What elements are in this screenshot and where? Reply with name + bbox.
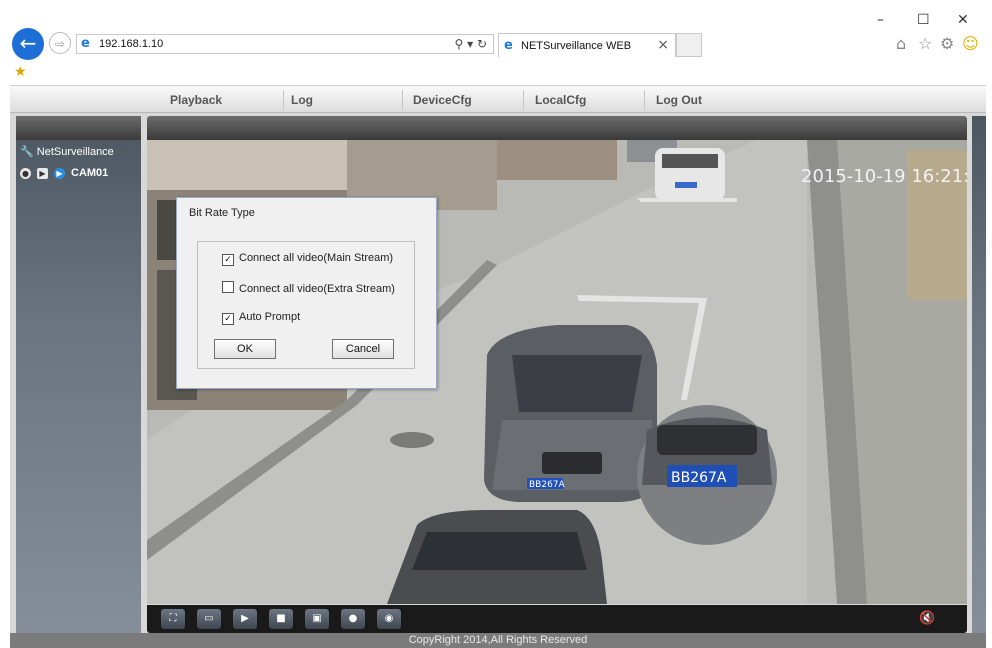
speaker-mute-icon[interactable]: 🔇 bbox=[919, 611, 935, 626]
new-tab-button[interactable] bbox=[676, 33, 702, 57]
option-auto-prompt[interactable]: ✓ Auto Prompt bbox=[222, 311, 300, 325]
option-extra-stream[interactable]: Connect all video(Extra Stream) bbox=[222, 281, 395, 295]
camera-record-icon: ● bbox=[348, 613, 358, 624]
option-label: Connect all video(Extra Stream) bbox=[239, 283, 395, 295]
play-icon[interactable]: ▶ bbox=[37, 167, 48, 179]
record-start-button[interactable]: ● bbox=[341, 609, 365, 629]
plate-text-car: BB267A bbox=[529, 480, 566, 490]
home-icon[interactable]: ⌂ bbox=[896, 34, 906, 53]
camera-label: CAM01 bbox=[71, 167, 109, 179]
arrow-left-icon: ← bbox=[19, 31, 37, 55]
nav-devicecfg[interactable]: DeviceCfg bbox=[413, 93, 472, 107]
ie-icon: e bbox=[504, 38, 513, 53]
option-label: Connect all video(Main Stream) bbox=[239, 252, 394, 264]
nav-localcfg[interactable]: LocalCfg bbox=[535, 93, 586, 107]
nav-playback[interactable]: Playback bbox=[170, 93, 222, 107]
tab-close-icon[interactable]: × bbox=[657, 37, 669, 53]
window-layout-button[interactable]: ▭ bbox=[197, 609, 221, 629]
address-bar[interactable]: e 192.168.1.10 ⚲ ▾ ↻ bbox=[76, 34, 494, 54]
add-favorite-icon[interactable]: ★ bbox=[14, 64, 27, 80]
cancel-button[interactable]: Cancel bbox=[332, 339, 394, 359]
checkbox-auto-prompt[interactable]: ✓ bbox=[222, 313, 234, 325]
fullscreen-icon: ⛶ bbox=[169, 613, 177, 624]
browser-chrome: ← ⇨ e 192.168.1.10 ⚲ ▾ ↻ e NETSurveillan… bbox=[10, 8, 986, 86]
fullscreen-button[interactable]: ⛶ bbox=[161, 609, 185, 629]
smiley-icon[interactable]: ☺ bbox=[962, 34, 979, 53]
dialog-options-group: ✓ Connect all video(Main Stream) Connect … bbox=[197, 241, 415, 369]
back-button[interactable]: ← bbox=[12, 28, 44, 60]
option-label: Auto Prompt bbox=[239, 311, 301, 323]
close-all-button[interactable]: ■ bbox=[269, 609, 293, 629]
checkbox-main-stream[interactable]: ✓ bbox=[222, 254, 234, 266]
option-main-stream[interactable]: ✓ Connect all video(Main Stream) bbox=[222, 252, 393, 266]
surveillance-app: Playback Log DeviceCfg LocalCfg Log Out … bbox=[10, 85, 986, 648]
device-tree-root[interactable]: 🔧 NetSurveillance bbox=[20, 145, 114, 158]
dialog-title: Bit Rate Type bbox=[189, 207, 255, 219]
open-all-button[interactable]: ▶ bbox=[233, 609, 257, 629]
search-icon[interactable]: ⚲ ▾ ↻ bbox=[455, 37, 488, 51]
minimize-icon[interactable]: – bbox=[877, 12, 884, 28]
favorites-star-icon[interactable]: ☆ bbox=[918, 34, 932, 53]
nav-divider bbox=[523, 90, 524, 110]
video-timestamp: 2015-10-19 16:21:48 bbox=[801, 166, 967, 187]
tab-title: NETSurveillance WEB bbox=[521, 40, 632, 52]
arrow-right-icon: ⇨ bbox=[54, 37, 66, 51]
stream-icon[interactable]: ▶ bbox=[54, 167, 65, 179]
device-name: NetSurveillance bbox=[36, 146, 114, 158]
nav-divider bbox=[644, 90, 645, 110]
ie-icon: e bbox=[81, 36, 90, 51]
camera-stop-icon: ◉ bbox=[384, 613, 394, 624]
wrench-icon: 🔧 bbox=[20, 145, 34, 158]
video-control-bar: ⛶ ▭ ▶ ■ ▣ ● ◉ 🔇 bbox=[147, 605, 967, 633]
single-window-icon: ▭ bbox=[204, 613, 214, 624]
maximize-icon[interactable]: ☐ bbox=[917, 12, 930, 28]
video-header bbox=[147, 116, 967, 140]
favorites-bar: ★ bbox=[10, 62, 986, 84]
device-sidebar: 🔧 NetSurveillance ● ▶ ▶ CAM01 bbox=[16, 116, 141, 636]
record-icon[interactable]: ● bbox=[20, 167, 31, 179]
gear-icon[interactable]: ⚙ bbox=[940, 34, 954, 53]
browser-tab[interactable]: e NETSurveillance WEB × bbox=[498, 33, 676, 57]
right-ptz-panel bbox=[972, 116, 986, 636]
sidebar-header bbox=[16, 116, 141, 140]
nav-divider bbox=[402, 90, 403, 110]
bit-rate-dialog: Bit Rate Type ✓ Connect all video(Main St… bbox=[176, 197, 437, 389]
address-text[interactable]: 192.168.1.10 bbox=[99, 38, 163, 50]
snapshot-button[interactable]: ▣ bbox=[305, 609, 329, 629]
open-video-icon: ▶ bbox=[241, 613, 249, 624]
picture-icon: ▣ bbox=[312, 613, 322, 624]
record-stop-button[interactable]: ◉ bbox=[377, 609, 401, 629]
checkbox-extra-stream[interactable] bbox=[222, 281, 234, 293]
nav-log[interactable]: Log bbox=[291, 93, 313, 107]
nav-logout[interactable]: Log Out bbox=[656, 93, 702, 107]
camera-item[interactable]: ● ▶ ▶ CAM01 bbox=[20, 167, 108, 179]
footer: CopyRight 2014,All Rights Reserved bbox=[10, 633, 986, 648]
forward-button[interactable]: ⇨ bbox=[49, 32, 71, 54]
close-video-icon: ■ bbox=[276, 613, 286, 624]
top-nav: Playback Log DeviceCfg LocalCfg Log Out bbox=[10, 85, 986, 113]
nav-divider bbox=[283, 90, 284, 110]
close-window-icon[interactable]: ✕ bbox=[957, 12, 969, 28]
plate-text-closeup: BB267A bbox=[671, 470, 727, 486]
ok-button[interactable]: OK bbox=[214, 339, 276, 359]
